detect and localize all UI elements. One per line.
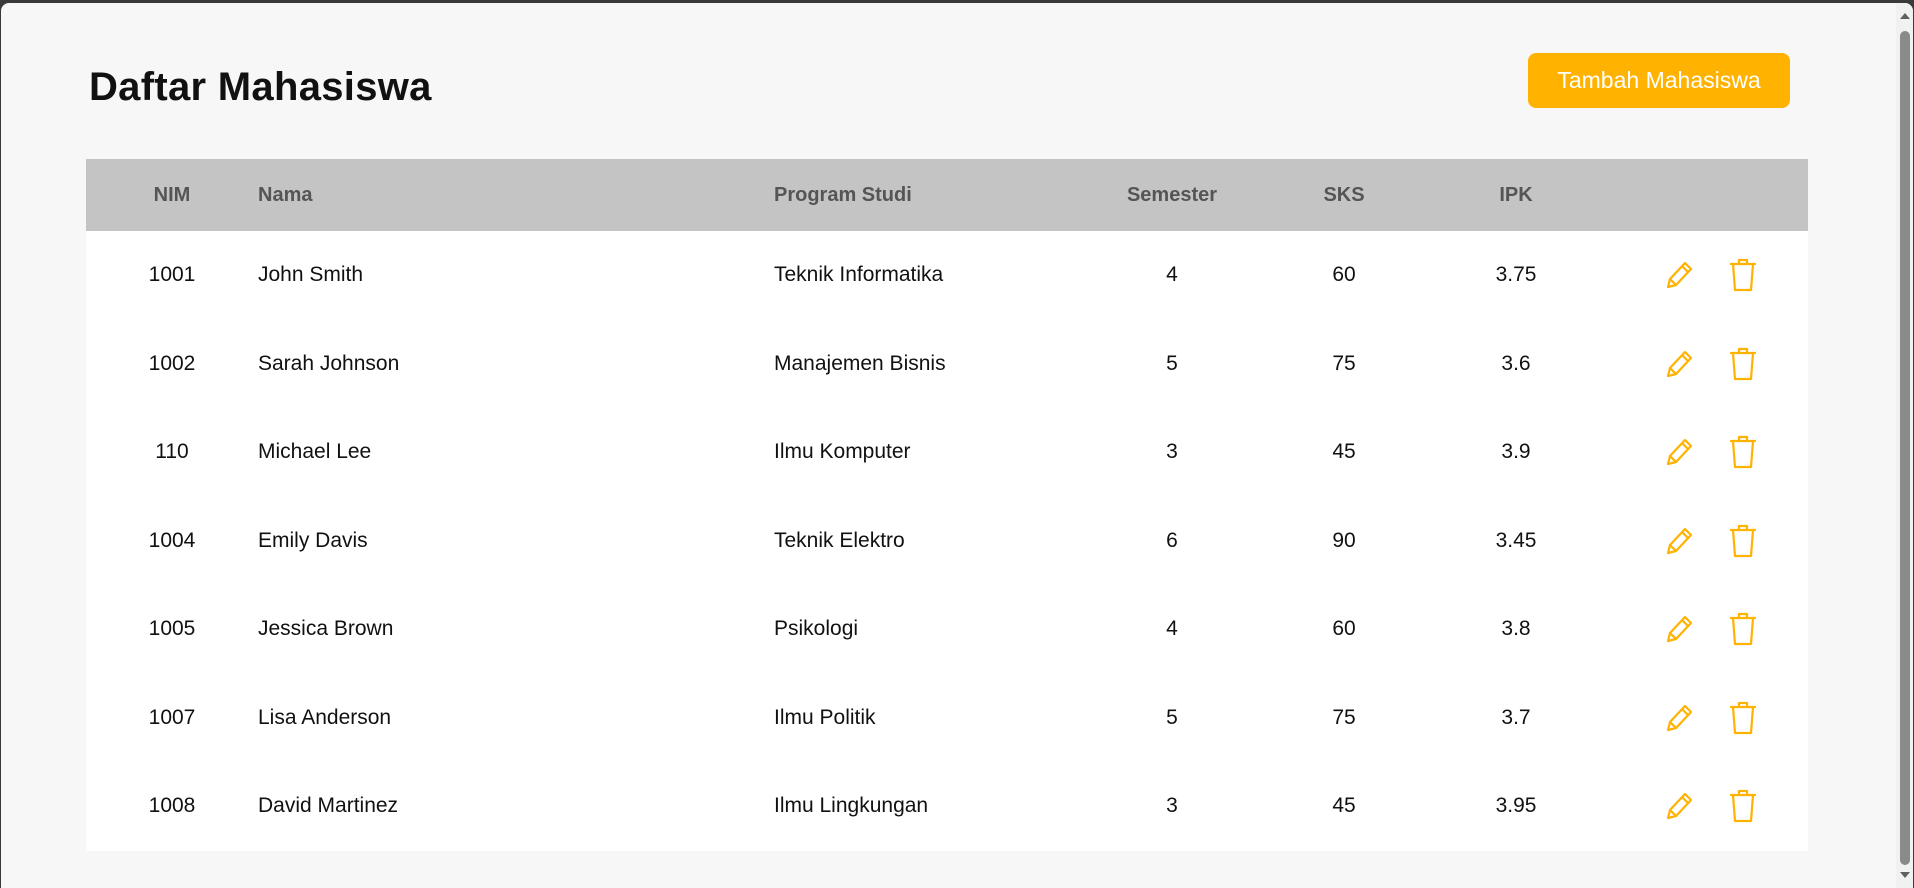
trash-icon[interactable] — [1727, 701, 1759, 735]
pencil-icon[interactable] — [1663, 612, 1695, 646]
page-title: Daftar Mahasiswa — [89, 65, 432, 109]
cell-semester: 5 — [1166, 705, 1178, 729]
cell-nama: Michael Lee — [258, 440, 372, 464]
row-actions — [1604, 347, 1808, 381]
scroll-thumb[interactable] — [1900, 31, 1910, 865]
cell-ipk: 3.9 — [1501, 440, 1531, 464]
row-actions — [1604, 701, 1808, 735]
table-row: 1005 Jessica Brown Psikologi 4 60 3.8 — [86, 585, 1808, 674]
cell-sks: 45 — [1332, 794, 1356, 818]
header-ipk: IPK — [1499, 183, 1533, 206]
cell-ipk: 3.8 — [1501, 617, 1531, 641]
trash-icon[interactable] — [1727, 258, 1759, 292]
cell-sks: 60 — [1332, 617, 1356, 641]
pencil-icon[interactable] — [1663, 524, 1695, 558]
pencil-icon[interactable] — [1663, 435, 1695, 469]
cell-semester: 4 — [1166, 263, 1178, 287]
cell-nama: Sarah Johnson — [258, 351, 400, 375]
cell-program-studi: Ilmu Politik — [774, 705, 876, 729]
trash-icon[interactable] — [1727, 435, 1759, 469]
trash-icon[interactable] — [1727, 347, 1759, 381]
cell-semester: 3 — [1166, 794, 1178, 818]
pencil-icon[interactable] — [1663, 258, 1695, 292]
header-nama: Nama — [258, 183, 313, 206]
cell-semester: 4 — [1166, 617, 1178, 641]
cell-ipk: 3.7 — [1501, 705, 1531, 729]
table-row: 1002 Sarah Johnson Manajemen Bisnis 5 75 3.6 — [86, 320, 1808, 409]
cell-actions — [1604, 231, 1808, 320]
cell-ipk: 3.95 — [1495, 794, 1537, 818]
cell-nim: 110 — [155, 440, 189, 464]
cell-actions — [1604, 408, 1808, 497]
cell-actions — [1604, 674, 1808, 763]
cell-program-studi: Manajemen Bisnis — [774, 351, 946, 375]
app-window: Daftar Mahasiswa Tambah Mahasiswa NIM Na… — [1, 3, 1913, 888]
cell-program-studi: Ilmu Komputer — [774, 440, 911, 464]
trash-icon[interactable] — [1727, 612, 1759, 646]
cell-nama: Jessica Brown — [258, 617, 394, 641]
cell-actions — [1604, 320, 1808, 409]
cell-nama: John Smith — [258, 263, 364, 287]
header-program-studi: Program Studi — [774, 183, 912, 206]
cell-nama: Emily Davis — [258, 528, 368, 552]
cell-program-studi: Psikologi — [774, 617, 859, 641]
cell-actions — [1604, 497, 1808, 586]
cell-sks: 90 — [1332, 528, 1356, 552]
cell-nama: Lisa Anderson — [258, 705, 392, 729]
cell-semester: 6 — [1166, 528, 1178, 552]
header-sks: SKS — [1323, 183, 1365, 206]
cell-ipk: 3.6 — [1501, 351, 1531, 375]
pencil-icon[interactable] — [1663, 701, 1695, 735]
table-row: 1004 Emily Davis Teknik Elektro 6 90 3.45 — [86, 497, 1808, 586]
row-actions — [1604, 789, 1808, 823]
cell-nim: 1005 — [148, 617, 196, 641]
table-body: 1001 John Smith Teknik Informatika 4 60 3.75 1… — [86, 231, 1808, 851]
table-row: 1007 Lisa Anderson Ilmu Politik 5 75 3.7 — [86, 674, 1808, 763]
cell-nama: David Martinez — [258, 794, 399, 818]
cell-nim: 1001 — [148, 263, 196, 287]
cell-nim: 1002 — [148, 351, 196, 375]
vertical-scrollbar[interactable] — [1896, 3, 1913, 888]
cell-sks: 75 — [1332, 351, 1356, 375]
scroll-up-icon[interactable] — [1900, 13, 1910, 19]
cell-semester: 5 — [1166, 351, 1178, 375]
cell-sks: 75 — [1332, 705, 1356, 729]
header-actions — [1604, 159, 1808, 231]
student-table: NIM Nama Program Studi Semester SKS IPK … — [86, 159, 1808, 851]
cell-actions — [1604, 762, 1808, 851]
pencil-icon[interactable] — [1663, 347, 1695, 381]
cell-nim: 1007 — [148, 705, 196, 729]
cell-ipk: 3.45 — [1495, 528, 1537, 552]
row-actions — [1604, 612, 1808, 646]
cell-ipk: 3.75 — [1495, 263, 1537, 287]
cell-program-studi: Teknik Informatika — [774, 263, 944, 287]
cell-nim: 1004 — [148, 528, 196, 552]
table-row: 110 Michael Lee Ilmu Komputer 3 45 3.9 — [86, 408, 1808, 497]
cell-sks: 45 — [1332, 440, 1356, 464]
table-header: NIM Nama Program Studi Semester SKS IPK — [86, 159, 1808, 231]
row-actions — [1604, 435, 1808, 469]
cell-sks: 60 — [1332, 263, 1356, 287]
table-row: 1001 John Smith Teknik Informatika 4 60 3.75 — [86, 231, 1808, 320]
cell-semester: 3 — [1166, 440, 1178, 464]
trash-icon[interactable] — [1727, 524, 1759, 558]
trash-icon[interactable] — [1727, 789, 1759, 823]
cell-program-studi: Ilmu Lingkungan — [774, 794, 929, 818]
pencil-icon[interactable] — [1663, 789, 1695, 823]
cell-program-studi: Teknik Elektro — [774, 528, 905, 552]
table-row: 1008 David Martinez Ilmu Lingkungan 3 45 3.95 — [86, 762, 1808, 851]
cell-nim: 1008 — [148, 794, 196, 818]
cell-actions — [1604, 585, 1808, 674]
row-actions — [1604, 524, 1808, 558]
scroll-down-icon[interactable] — [1900, 872, 1910, 878]
header-semester: Semester — [1126, 183, 1218, 206]
header-nim: NIM — [153, 183, 191, 206]
add-student-button[interactable]: Tambah Mahasiswa — [1528, 53, 1790, 108]
row-actions — [1604, 258, 1808, 292]
